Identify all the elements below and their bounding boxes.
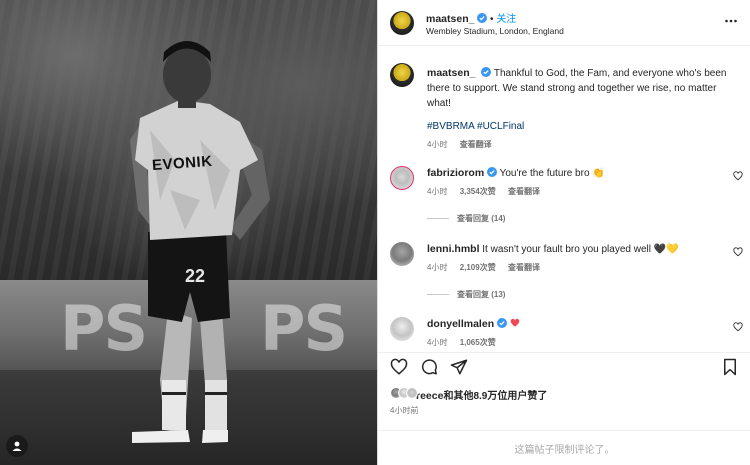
- red-heart-emoji-icon: [510, 318, 519, 327]
- comment-meta: 4小时 1,065次赞: [427, 337, 506, 348]
- verified-badge-icon: [486, 167, 497, 177]
- post-side-panel: maatsen_ • 关注 Wembley Stadium, London, E…: [377, 0, 750, 465]
- caption-time: 4小时: [427, 140, 448, 149]
- instagram-post-view: PS PS EVONIK 22 maatsen_ • 关注 Wembley St…: [0, 0, 750, 465]
- comment-time: 4小时: [427, 338, 448, 347]
- comment-time: 4小时: [427, 187, 448, 196]
- comment-body: You're the future bro 👏: [499, 168, 605, 179]
- see-translation-link[interactable]: 查看翻译: [460, 140, 492, 149]
- comment-avatar[interactable]: [390, 317, 414, 341]
- comment-username[interactable]: donyellmalen: [427, 318, 494, 330]
- comment-heart-icon[interactable]: [733, 247, 743, 257]
- comment-username[interactable]: lenni.hmbl: [427, 243, 480, 255]
- comment-avatar[interactable]: [390, 166, 414, 190]
- location-link[interactable]: Wembley Stadium, London, England: [426, 26, 564, 36]
- comment-item: fabriziorom You're the future bro 👏 4小时 …: [378, 163, 750, 233]
- verified-badge-icon: [477, 13, 488, 23]
- comment-likes[interactable]: 1,065次赞: [460, 338, 496, 347]
- verified-badge-icon: [481, 67, 492, 77]
- post-photo[interactable]: PS PS EVONIK 22: [0, 0, 377, 465]
- comment-translate[interactable]: 查看翻译: [508, 187, 540, 196]
- post-timestamp: 4小时前: [390, 406, 419, 415]
- caption-username[interactable]: maatsen_: [427, 67, 475, 79]
- comment-item: lenni.hmbl It wasn't your fault bro you …: [378, 239, 750, 309]
- comment-username[interactable]: fabriziorom: [427, 167, 484, 179]
- caption-avatar[interactable]: [390, 63, 414, 87]
- bookmark-icon[interactable]: [721, 358, 739, 376]
- replies-line: [427, 218, 449, 220]
- comment-likes[interactable]: 3,354次赞: [460, 187, 496, 196]
- comment-heart-icon[interactable]: [733, 322, 743, 332]
- shorts-number: 22: [185, 266, 206, 286]
- author-username[interactable]: maatsen_: [426, 13, 474, 25]
- comment-translate[interactable]: 查看翻译: [508, 263, 540, 272]
- comment-time: 4小时: [427, 263, 448, 272]
- comment-meta: 4小时 2,109次赞 查看翻译: [427, 262, 550, 273]
- follow-button[interactable]: 关注: [496, 14, 516, 25]
- more-horizontal-icon[interactable]: [725, 19, 737, 23]
- comment-meta: 4小时 3,354次赞 查看翻译: [427, 186, 550, 197]
- comment-avatar[interactable]: [390, 242, 414, 266]
- comment-item: donyellmalen 4小时 1,065次赞: [378, 314, 750, 354]
- paper-plane-icon[interactable]: [450, 358, 468, 376]
- post-header: maatsen_ • 关注 Wembley Stadium, London, E…: [378, 0, 750, 46]
- heart-icon[interactable]: [390, 358, 408, 376]
- player-figure: [130, 41, 270, 443]
- likes-summary[interactable]: reece和其他8.9万位用户赞了: [390, 387, 547, 402]
- liked-by-rest[interactable]: 和其他8.9万位用户赞了: [443, 391, 547, 402]
- comment-body: It wasn't your fault bro you played well…: [482, 244, 679, 255]
- comment-icon[interactable]: [420, 358, 438, 376]
- caption-text: maatsen_ Thankful to God, the Fam, and e…: [427, 66, 732, 111]
- caption-meta: 4小时 查看翻译: [427, 139, 492, 150]
- caption-hashtags[interactable]: #BVBRMA #UCLFinal: [427, 121, 524, 132]
- author-line: maatsen_ • 关注: [426, 10, 516, 25]
- author-avatar[interactable]: [390, 11, 414, 35]
- view-replies-label: 查看回复 (13): [457, 290, 506, 299]
- liker-avatar: [406, 387, 418, 399]
- tagged-user-icon[interactable]: [6, 435, 28, 457]
- separator-dot: •: [490, 14, 494, 25]
- liked-by-username[interactable]: reece: [416, 390, 443, 402]
- comment-text: fabriziorom You're the future bro 👏: [427, 167, 712, 180]
- view-replies-button[interactable]: 查看回复 (13): [427, 289, 505, 300]
- view-replies-button[interactable]: 查看回复 (14): [427, 213, 505, 224]
- verified-badge-icon: [496, 318, 507, 328]
- comment-text: lenni.hmbl It wasn't your fault bro you …: [427, 243, 712, 256]
- view-replies-label: 查看回复 (14): [457, 214, 506, 223]
- replies-line: [427, 294, 449, 296]
- comment-likes[interactable]: 2,109次赞: [460, 263, 496, 272]
- comment-text: donyellmalen: [427, 318, 712, 331]
- action-bar: [378, 352, 750, 382]
- comments-limited-notice: 这篇帖子限制评论了。: [378, 430, 750, 465]
- comment-heart-icon[interactable]: [733, 171, 743, 181]
